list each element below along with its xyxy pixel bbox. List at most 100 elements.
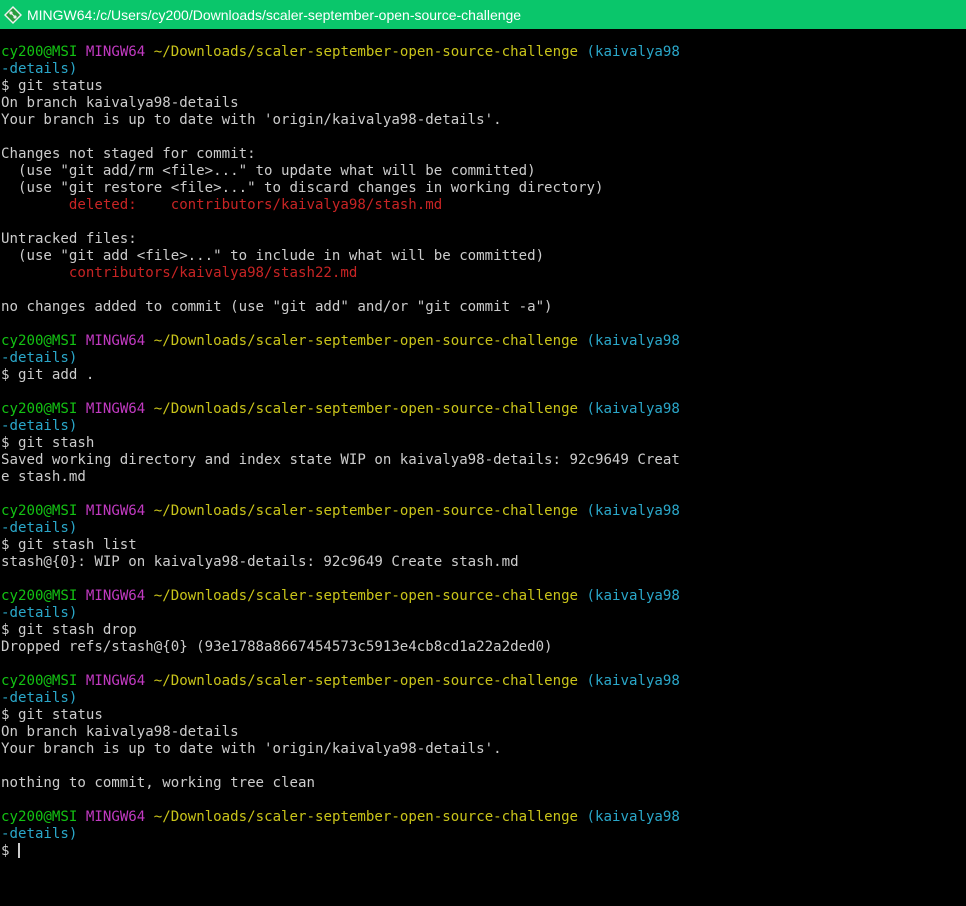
output-line: Untracked files: — [1, 231, 966, 248]
output-line: stash@{0}: WIP on kaivalya98-details: 92… — [1, 554, 966, 571]
prompt-branch-wrap: -details) — [1, 690, 78, 706]
prompt-path: ~/Downloads/scaler-september-open-source… — [153, 333, 579, 349]
prompt-line: cy200@MSI MINGW64 ~/Downloads/scaler-sep… — [1, 673, 966, 690]
output-line: e stash.md — [1, 469, 966, 486]
window-title: MINGW64:/c/Users/cy200/Downloads/scaler-… — [27, 6, 522, 23]
prompt-env: MINGW64 — [85, 401, 146, 417]
prompt-user-host: cy200@MSI — [1, 673, 78, 689]
output-line: no changes added to commit (use "git add… — [1, 299, 966, 316]
command-line: $ git status — [1, 707, 966, 724]
command-line-text: $ git stash drop — [1, 622, 137, 638]
prompt-branch-wrap: -details) — [1, 826, 78, 842]
prompt-line-wrap: -details) — [1, 690, 966, 707]
command-line-text: $ git stash — [1, 435, 95, 451]
prompt-user-host: cy200@MSI — [1, 809, 78, 825]
output-line: Saved working directory and index state … — [1, 452, 966, 469]
output-text: e stash.md — [1, 469, 86, 485]
output-text: nothing to commit, working tree clean — [1, 775, 315, 791]
prompt-path: ~/Downloads/scaler-september-open-source… — [153, 503, 579, 519]
prompt-branch-wrap: -details) — [1, 605, 78, 621]
prompt-line: cy200@MSI MINGW64 ~/Downloads/scaler-sep… — [1, 503, 966, 520]
command-line: $ git stash drop — [1, 622, 966, 639]
prompt-path: ~/Downloads/scaler-september-open-source… — [153, 673, 579, 689]
command-line-text: $ git status — [1, 707, 103, 723]
output-text: Your branch is up to date with 'origin/k… — [1, 741, 502, 757]
prompt-branch: (kaivalya98 — [586, 401, 680, 417]
output-line: Dropped refs/stash@{0} (93e1788a86674545… — [1, 639, 966, 656]
prompt-user-host: cy200@MSI — [1, 503, 78, 519]
prompt-line: cy200@MSI MINGW64 ~/Downloads/scaler-sep… — [1, 588, 966, 605]
output-text: On branch kaivalya98-details — [1, 724, 239, 740]
output-line: (use "git add/rm <file>..." to update wh… — [1, 163, 966, 180]
prompt-line: cy200@MSI MINGW64 ~/Downloads/scaler-sep… — [1, 333, 966, 350]
output-text: On branch kaivalya98-details — [1, 95, 239, 111]
output-text: no changes added to commit (use "git add… — [1, 299, 553, 315]
output-text: Untracked files: — [1, 231, 137, 247]
command-line-text: $ git add . — [1, 367, 95, 383]
command-line-text: $ git status — [1, 78, 103, 94]
deleted-file-line: deleted: contributors/kaivalya98/stash.m… — [1, 197, 966, 214]
prompt-user-host: cy200@MSI — [1, 401, 78, 417]
git-bash-icon — [4, 5, 22, 24]
prompt-user-host: cy200@MSI — [1, 333, 78, 349]
input-line: $ — [1, 843, 966, 860]
prompt-branch: (kaivalya98 — [586, 44, 680, 60]
prompt-user-host: cy200@MSI — [1, 44, 78, 60]
command-line: $ git stash list — [1, 537, 966, 554]
prompt-env: MINGW64 — [85, 44, 146, 60]
git-bash-window: MINGW64:/c/Users/cy200/Downloads/scaler-… — [0, 0, 966, 906]
output-text: Your branch is up to date with 'origin/k… — [1, 112, 502, 128]
title-bar[interactable]: MINGW64:/c/Users/cy200/Downloads/scaler-… — [0, 0, 966, 29]
prompt-env: MINGW64 — [85, 333, 146, 349]
prompt-line: cy200@MSI MINGW64 ~/Downloads/scaler-sep… — [1, 809, 966, 826]
output-line: On branch kaivalya98-details — [1, 95, 966, 112]
prompt-path: ~/Downloads/scaler-september-open-source… — [153, 401, 579, 417]
untracked-file-line: contributors/kaivalya98/stash22.md — [1, 265, 966, 282]
prompt-path: ~/Downloads/scaler-september-open-source… — [153, 588, 579, 604]
command-line-text: $ git stash list — [1, 537, 137, 553]
prompt-line-wrap: -details) — [1, 418, 966, 435]
prompt-env: MINGW64 — [85, 588, 146, 604]
prompt-branch-wrap: -details) — [1, 350, 78, 366]
output-text: (use "git add <file>..." to include in w… — [1, 248, 545, 264]
prompt-line-wrap: -details) — [1, 61, 966, 78]
output-text: stash@{0}: WIP on kaivalya98-details: 92… — [1, 554, 519, 570]
output-line: On branch kaivalya98-details — [1, 724, 966, 741]
text-cursor[interactable] — [17, 843, 20, 858]
output-line: (use "git restore <file>..." to discard … — [1, 180, 966, 197]
prompt-branch: (kaivalya98 — [586, 673, 680, 689]
output-line: Your branch is up to date with 'origin/k… — [1, 741, 966, 758]
prompt-line-wrap: -details) — [1, 826, 966, 843]
output-text: (use "git add/rm <file>..." to update wh… — [1, 163, 536, 179]
prompt-env: MINGW64 — [85, 809, 146, 825]
output-line: (use "git add <file>..." to include in w… — [1, 248, 966, 265]
prompt-line-wrap: -details) — [1, 605, 966, 622]
prompt-branch: (kaivalya98 — [586, 809, 680, 825]
output-line: Changes not staged for commit: — [1, 146, 966, 163]
untracked-file-line-text: contributors/kaivalya98/stash22.md — [1, 265, 358, 281]
output-line: nothing to commit, working tree clean — [1, 775, 966, 792]
prompt-branch: (kaivalya98 — [586, 333, 680, 349]
command-line: $ git status — [1, 78, 966, 95]
terminal-output[interactable]: cy200@MSI MINGW64 ~/Downloads/scaler-sep… — [0, 29, 966, 906]
prompt-branch: (kaivalya98 — [586, 588, 680, 604]
prompt-line-wrap: -details) — [1, 350, 966, 367]
prompt-line-wrap: -details) — [1, 520, 966, 537]
prompt-branch: (kaivalya98 — [586, 503, 680, 519]
prompt-user-host: cy200@MSI — [1, 588, 78, 604]
prompt-path: ~/Downloads/scaler-september-open-source… — [153, 809, 579, 825]
prompt-env: MINGW64 — [85, 673, 146, 689]
prompt-branch-wrap: -details) — [1, 61, 78, 77]
prompt-path: ~/Downloads/scaler-september-open-source… — [153, 44, 579, 60]
output-text: Saved working directory and index state … — [1, 452, 680, 468]
prompt-env: MINGW64 — [85, 503, 146, 519]
command-line: $ git add . — [1, 367, 966, 384]
